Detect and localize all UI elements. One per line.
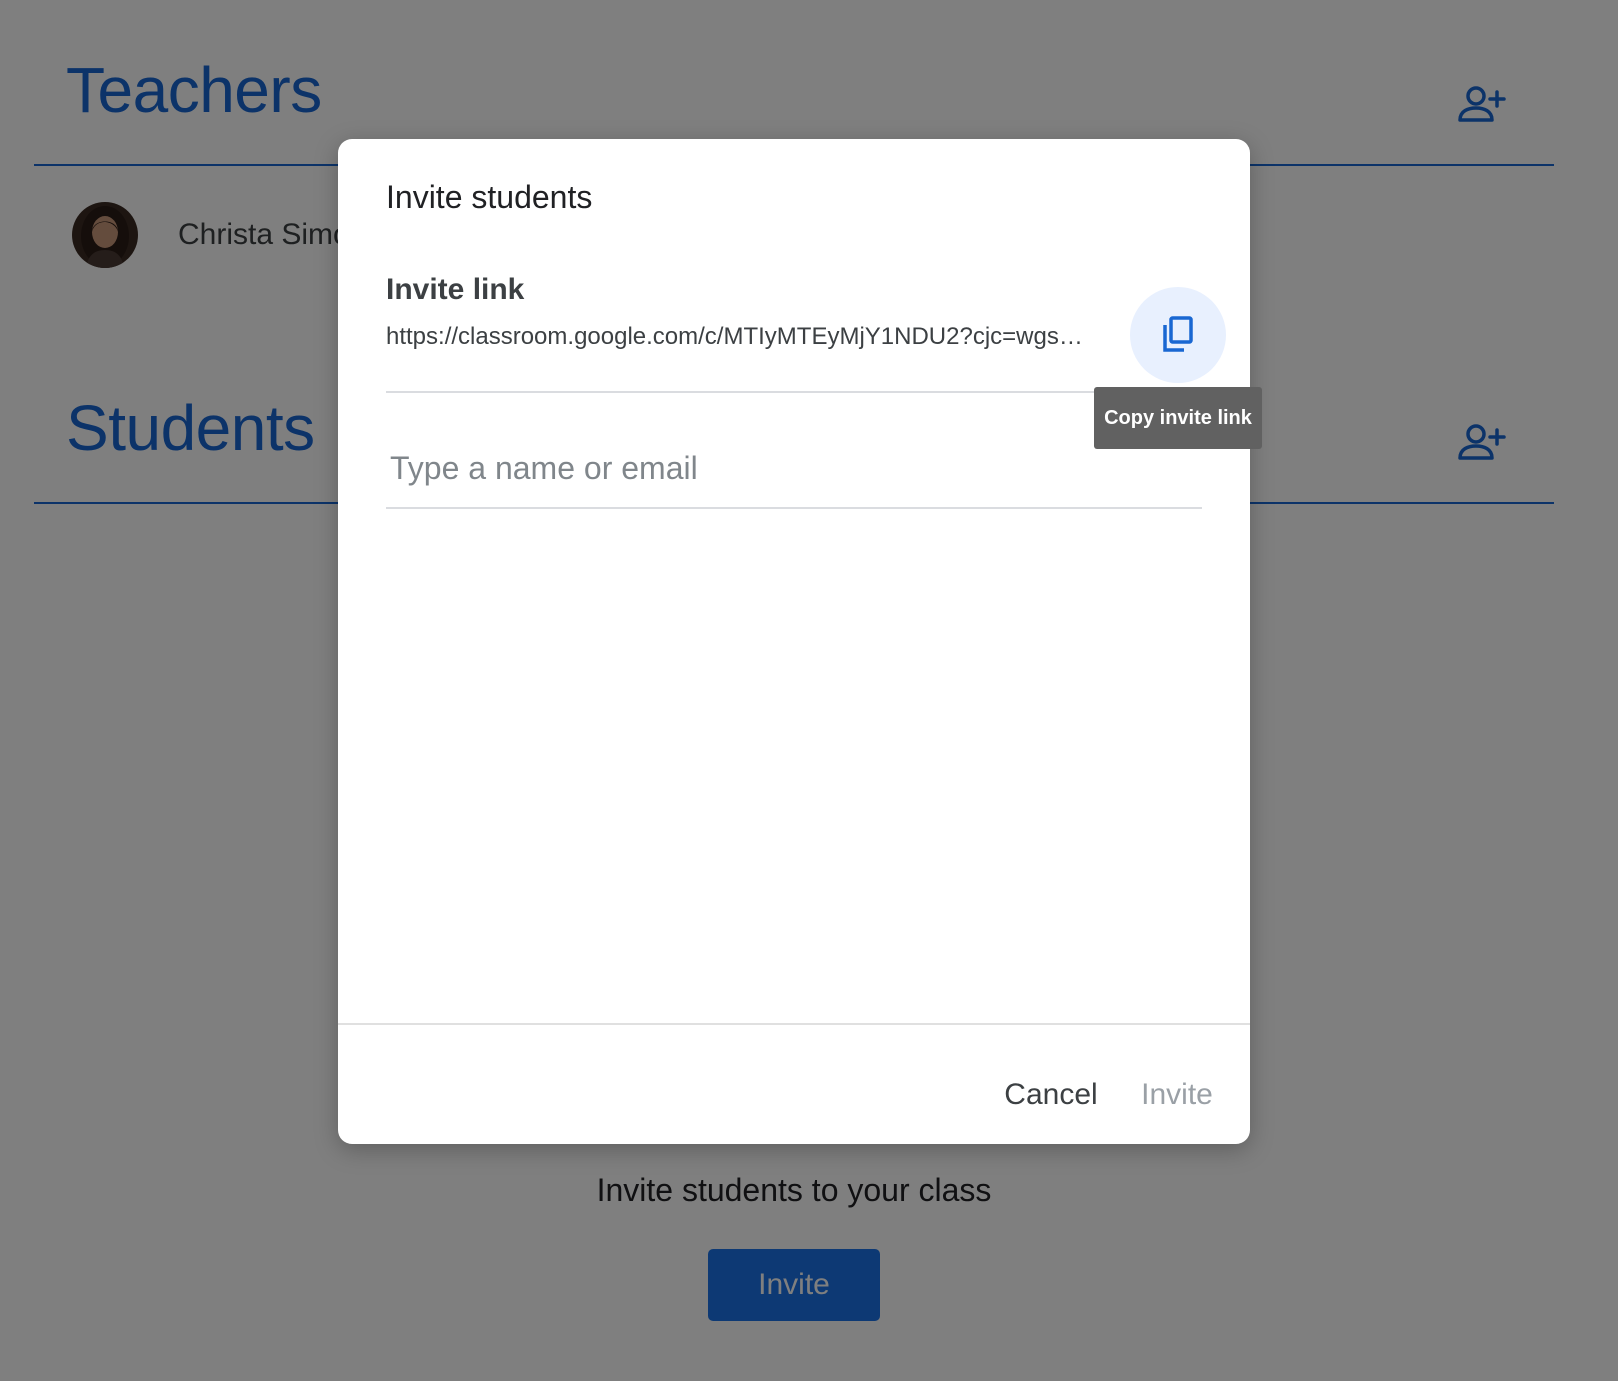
invite-link-heading: Invite link — [386, 273, 525, 306]
copy-invite-link-button[interactable] — [1130, 287, 1226, 383]
invite-link-divider — [386, 391, 1130, 393]
dialog-invite-button[interactable]: Invite — [1130, 1071, 1224, 1119]
name-or-email-input[interactable] — [386, 429, 1202, 509]
dialog-footer-divider — [338, 1023, 1250, 1025]
cancel-button[interactable]: Cancel — [1000, 1071, 1102, 1119]
invite-students-dialog: Invite students Invite link https://clas… — [338, 139, 1250, 1144]
dialog-title: Invite students — [386, 179, 593, 215]
copy-invite-link-tooltip: Copy invite link — [1094, 387, 1262, 449]
invite-link-url: https://classroom.google.com/c/MTIyMTEyM… — [386, 323, 1083, 350]
content-copy-icon — [1163, 316, 1193, 352]
